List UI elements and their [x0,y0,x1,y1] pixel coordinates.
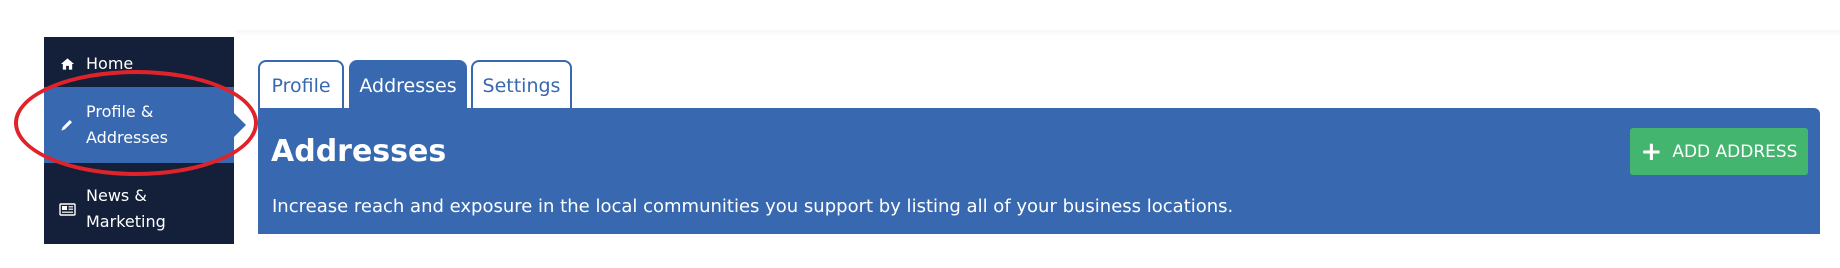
pencil-icon [58,118,76,132]
tab-profile[interactable]: Profile [258,60,344,109]
sidebar-item-home[interactable]: Home [44,45,234,83]
newspaper-icon [58,202,76,216]
page-title: Addresses [271,134,447,169]
addresses-panel: Addresses + ADD ADDRESS Increase reach a… [258,108,1820,234]
active-indicator-arrow [234,113,246,137]
header-shadow [235,30,1840,38]
sidebar-item-profile-addresses[interactable]: Profile & Addresses [44,87,246,163]
sidebar-item-label: News & Marketing [86,186,166,231]
sidebar: Home Profile & Addresses News & Marketin… [44,37,246,244]
add-address-button[interactable]: + ADD ADDRESS [1630,128,1808,175]
home-icon [58,57,76,71]
plus-icon: + [1640,136,1663,167]
tab-settings[interactable]: Settings [471,60,572,109]
panel-description: Increase reach and exposure in the local… [272,196,1234,217]
sidebar-item-label: Home [86,54,134,73]
sidebar-item-news-marketing[interactable]: News & Marketing [44,177,234,241]
add-address-label: ADD ADDRESS [1672,141,1798,162]
tab-addresses[interactable]: Addresses [349,60,467,109]
sidebar-item-label: Profile & Addresses [86,102,168,147]
